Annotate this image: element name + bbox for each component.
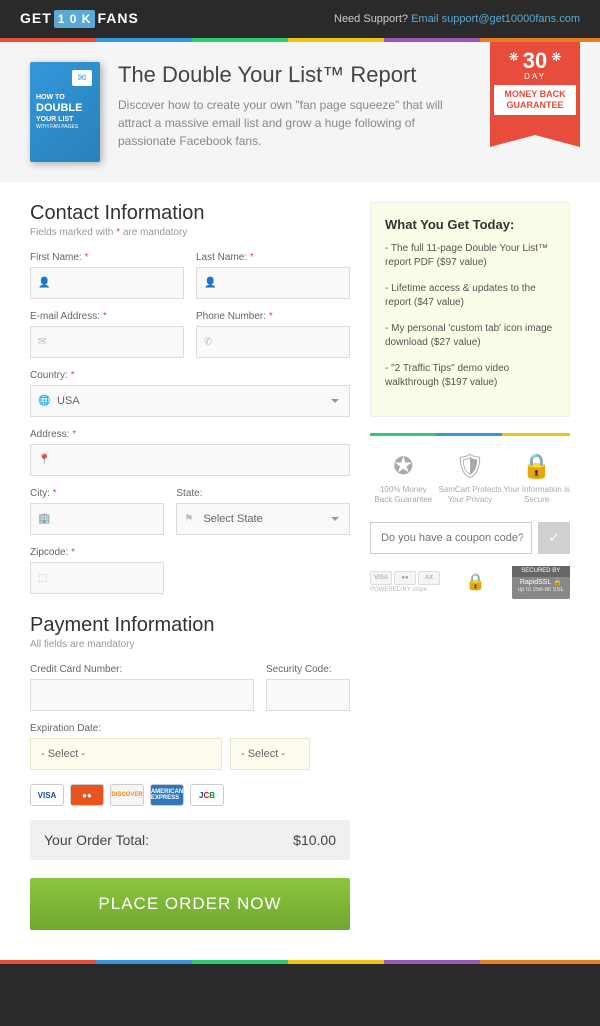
exp-month-select[interactable]: - Select - [30, 738, 222, 770]
phone-icon: ✆ [204, 337, 212, 348]
seccode-input[interactable] [266, 679, 350, 711]
logo: GET1 0 KFANS [20, 10, 139, 28]
email-icon: ✉ [38, 337, 46, 348]
city-label: City: * [30, 488, 164, 499]
user-icon: 👤 [204, 278, 216, 289]
lock-icon: 🔒 [503, 452, 570, 481]
flag-icon: ⚑ [184, 514, 193, 525]
amex-icon: AMERICAN EXPRESS [150, 784, 184, 806]
ribbon-days: 30 [523, 50, 547, 72]
building-icon: 🏢 [38, 514, 50, 525]
coupon-input[interactable] [370, 522, 532, 554]
exp-year-select[interactable]: - Select - [230, 738, 310, 770]
support-text: Need Support? Email support@get10000fans… [334, 13, 580, 25]
payment-sub: All fields are mandatory [30, 639, 350, 650]
book-line: YOUR LIST [36, 116, 94, 124]
ccnum-input[interactable] [30, 679, 254, 711]
guarantee-badge-icon: ✪ [370, 452, 437, 481]
coupon-apply-button[interactable]: ✓ [538, 522, 570, 554]
badge-text: SamCart Protects Your Privacy [437, 485, 504, 506]
color-stripe-bottom [0, 960, 600, 964]
badge-text: 100% Money Back Guarantee [370, 485, 437, 506]
last-name-input[interactable] [196, 267, 350, 299]
first-name-input[interactable] [30, 267, 184, 299]
pin-icon: 📍 [38, 455, 50, 466]
address-label: Address: * [30, 429, 350, 440]
phone-input[interactable] [196, 326, 350, 358]
shield-icon: 🛡 [437, 452, 504, 481]
ssl-badge: SECURED BY RapidSSL 🔒 up to 256-bit SSL [512, 566, 570, 599]
discover-icon: DISCOVER [110, 784, 144, 806]
powered-by-stripe: POWERED BY stripe [370, 587, 440, 593]
color-divider [370, 433, 570, 436]
accepted-cards: VISA ●● DISCOVER AMERICAN EXPRESS JCB [30, 784, 350, 806]
payment-heading: Payment Information [30, 614, 350, 637]
support-email-link[interactable]: Email support@get10000fans.com [411, 13, 580, 25]
book-line: WITH FAN PAGES [36, 124, 94, 130]
last-name-label: Last Name: * [196, 252, 350, 263]
yget-item: - My personal 'custom tab' icon image do… [385, 322, 555, 350]
visa-small-icon: VISA [370, 571, 392, 585]
expdate-label: Expiration Date: [30, 723, 350, 734]
yget-item: - "2 Traffic Tips" demo video walkthroug… [385, 362, 555, 390]
jcb-icon: JCB [190, 784, 224, 806]
user-icon: 👤 [38, 278, 50, 289]
ccnum-label: Credit Card Number: [30, 664, 254, 675]
amex-small-icon: AX [418, 571, 440, 585]
book-line: HOW TO [36, 94, 94, 102]
country-label: Country: * [30, 370, 350, 381]
page-description: Discover how to create your own "fan pag… [118, 96, 470, 150]
visa-icon: VISA [30, 784, 64, 806]
contact-heading: Contact Information [30, 202, 350, 225]
zip-label: Zipcode: * [30, 547, 164, 558]
support-question: Need Support? [334, 13, 408, 25]
globe-icon: 🌐 [38, 396, 50, 407]
ssl-mid: RapidSSL 🔒 [518, 579, 564, 587]
seccode-label: Security Code: [266, 664, 350, 675]
state-select[interactable]: Select State [176, 503, 350, 535]
first-name-label: First Name: * [30, 252, 184, 263]
address-input[interactable] [30, 444, 350, 476]
place-order-button[interactable]: PLACE ORDER NOW [30, 878, 350, 930]
yget-item: - The full 11-page Double Your List™ rep… [385, 242, 555, 270]
badge-text: Your Information is Secure [503, 485, 570, 506]
ribbon-day: DAY [494, 72, 576, 81]
ribbon-mb1: MONEY BACK [496, 89, 574, 100]
book-cover: HOW TO DOUBLE YOUR LIST WITH FAN PAGES [30, 62, 100, 162]
yget-heading: What You Get Today: [385, 217, 555, 232]
total-value: $10.00 [293, 832, 336, 848]
guarantee-ribbon: ❋ 30 ❋ DAY MONEY BACK GUARANTEE [490, 42, 580, 135]
email-label: E-mail Address: * [30, 311, 184, 322]
mastercard-icon: ●● [70, 784, 104, 806]
phone-label: Phone Number: * [196, 311, 350, 322]
email-input[interactable] [30, 326, 184, 358]
zip-input[interactable] [30, 562, 164, 594]
trust-badges: ✪ 100% Money Back Guarantee 🛡 SamCart Prot… [370, 452, 570, 506]
ssl-bot: up to 256-bit SSL [518, 587, 564, 594]
logo-pre: GET [20, 10, 52, 26]
country-select[interactable]: USA [30, 385, 350, 417]
road-icon: ⬚ [38, 573, 47, 584]
total-label: Your Order Total: [44, 832, 149, 848]
contact-sub: Fields marked with * are mandatory [30, 227, 350, 238]
padlock-icon: 🔒 [466, 572, 486, 592]
top-bar: GET1 0 KFANS Need Support? Email support… [0, 0, 600, 38]
yget-item: - Lifetime access & updates to the repor… [385, 282, 555, 310]
logo-mid: 1 0 K [54, 10, 96, 28]
page-title: The Double Your List™ Report [118, 62, 470, 88]
ssl-top: SECURED BY [512, 566, 570, 577]
what-you-get-box: What You Get Today: - The full 11-page D… [370, 202, 570, 417]
ribbon-mb2: GUARANTEE [496, 100, 574, 111]
payment-security-row: VISA ●● AX POWERED BY stripe 🔒 SECURED B… [370, 566, 570, 599]
logo-post: FANS [97, 10, 138, 26]
mc-small-icon: ●● [394, 571, 416, 585]
state-label: State: [176, 488, 350, 499]
book-line: DOUBLE [36, 102, 94, 115]
hero: HOW TO DOUBLE YOUR LIST WITH FAN PAGES T… [0, 42, 600, 182]
order-total: Your Order Total: $10.00 [30, 820, 350, 860]
